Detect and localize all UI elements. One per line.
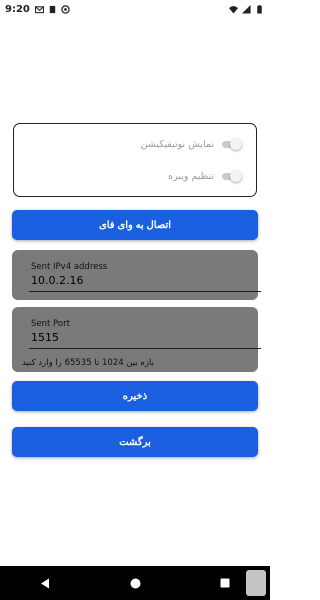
toggle-thumb: [230, 170, 242, 182]
back-button[interactable]: برگشت: [12, 427, 258, 457]
sd-card-icon: [49, 5, 56, 14]
recents-icon: [220, 578, 230, 588]
battery-icon: [257, 5, 262, 14]
toggle-thumb: [230, 138, 242, 150]
home-icon: [130, 578, 140, 588]
vibrate-toggle-label: تنظیم ویبره: [168, 170, 214, 182]
port-label: Sent Port: [31, 319, 70, 329]
settings-card: نمایش نوتیفیکیشن تنظیم ویبره: [13, 123, 257, 197]
port-underline: [29, 348, 261, 349]
notification-toggle-row[interactable]: نمایش نوتیفیکیشن: [141, 138, 242, 150]
gmail-icon: [34, 6, 44, 14]
status-bar: 9:20: [0, 0, 270, 19]
navigation-bar: [0, 566, 270, 600]
back-icon: [41, 578, 49, 588]
nav-recents-button[interactable]: [210, 573, 240, 593]
ip-address-label: Sent IPv4 address: [31, 262, 108, 272]
ip-address-underline: [29, 291, 261, 292]
wifi-icon: [229, 6, 238, 14]
port-field[interactable]: Sent Port 1515 بازه بین 1024 تا 65535 را…: [12, 307, 261, 372]
status-time: 9:20: [5, 4, 30, 15]
ip-address-field[interactable]: Sent IPv4 address 10.0.2.16: [12, 250, 261, 300]
notification-toggle[interactable]: [220, 138, 242, 150]
save-button[interactable]: ذخیره: [12, 381, 258, 411]
nav-back-button[interactable]: [30, 573, 60, 593]
ip-address-input[interactable]: 10.0.2.16: [31, 274, 83, 287]
vpn-icon: [61, 5, 70, 14]
connect-wifi-button[interactable]: اتصال به وای فای: [12, 210, 258, 240]
notification-toggle-label: نمایش نوتیفیکیشن: [140, 138, 214, 150]
port-helper-text: بازه بین 1024 تا 65535 را وارد کنید: [22, 358, 154, 368]
port-input[interactable]: 1515: [31, 331, 59, 344]
signal-icon: [242, 5, 251, 14]
nav-home-button[interactable]: [120, 573, 150, 593]
app-badge-watermark: [246, 570, 266, 596]
vibrate-toggle-row[interactable]: تنظیم ویبره: [168, 170, 242, 182]
vibrate-toggle[interactable]: [220, 170, 242, 182]
